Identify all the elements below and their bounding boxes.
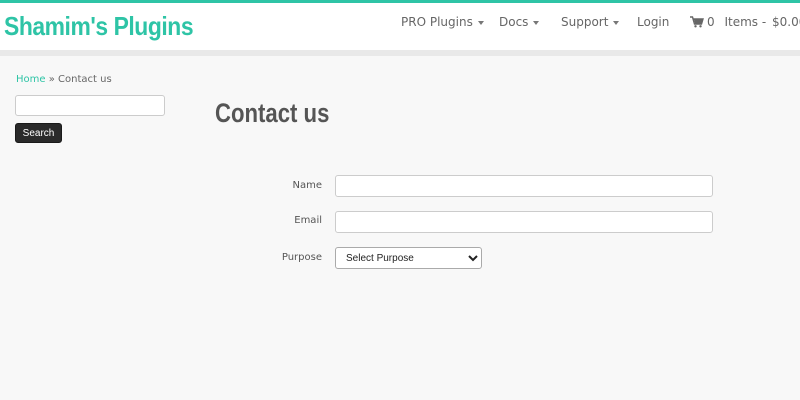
purpose-select[interactable]: Select Purpose: [335, 247, 482, 269]
shopping-cart-icon: [690, 16, 704, 28]
email-field[interactable]: [335, 211, 713, 233]
header-divider: [0, 50, 800, 56]
nav-support-dropdown[interactable]: Support: [561, 15, 620, 29]
breadcrumb: Home » Contact us: [16, 74, 112, 85]
nav-cart-link[interactable]: 0 Items - $0.00: [690, 15, 800, 29]
nav-support-label: Support: [561, 15, 609, 29]
caret-down-icon: [613, 20, 620, 25]
name-label: Name: [292, 180, 322, 191]
breadcrumb-current: Contact us: [58, 74, 112, 85]
breadcrumb-home-link[interactable]: Home: [16, 74, 46, 85]
purpose-label: Purpose: [281, 252, 322, 263]
search-button[interactable]: Search: [15, 123, 62, 143]
nav-pro-plugins-dropdown[interactable]: PRO Plugins: [401, 15, 484, 29]
caret-down-icon: [477, 20, 484, 25]
caret-down-icon: [533, 20, 540, 25]
nav-docs-label: Docs: [499, 15, 529, 29]
header-navbar: Shamim's Plugins PRO Plugins Docs Suppor…: [0, 3, 800, 50]
nav-login-link[interactable]: Login: [637, 15, 669, 29]
nav-pro-plugins-label: PRO Plugins: [401, 15, 473, 29]
email-label: Email: [294, 215, 322, 226]
cart-total: $0.00: [772, 15, 800, 29]
name-field[interactable]: [335, 175, 713, 197]
nav-docs-dropdown[interactable]: Docs: [499, 15, 540, 29]
site-logo[interactable]: Shamim's Plugins: [4, 11, 194, 42]
cart-items-label: Items -: [724, 15, 767, 29]
cart-count: 0: [707, 15, 715, 29]
page-title: Contact us: [215, 98, 330, 128]
breadcrumb-separator: »: [48, 74, 55, 85]
search-input[interactable]: [15, 95, 165, 116]
